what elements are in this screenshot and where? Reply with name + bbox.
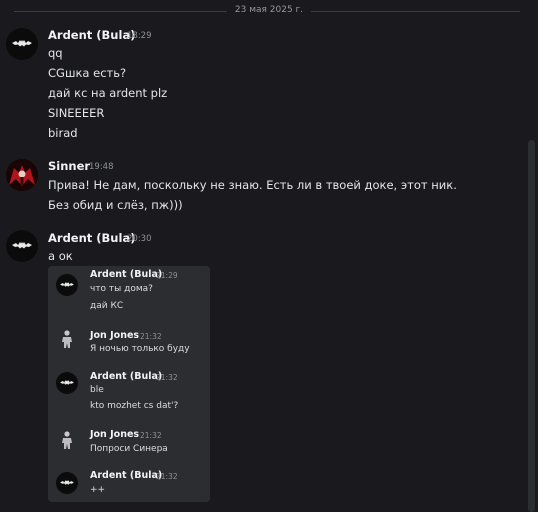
- avatar[interactable]: [56, 274, 78, 296]
- message-text: qq: [48, 46, 63, 60]
- username[interactable]: Jon Jones: [90, 330, 139, 341]
- message-text: Я ночью только буду: [90, 344, 190, 354]
- window-edge: [538, 0, 559, 512]
- avatar[interactable]: [56, 372, 78, 394]
- message-text: ble: [90, 385, 104, 395]
- bat-logo-icon: [12, 40, 32, 47]
- avatar[interactable]: [6, 28, 38, 60]
- avatar[interactable]: [6, 230, 38, 262]
- avatar[interactable]: [56, 429, 78, 451]
- forwarded-messages-embed[interactable]: Ardent (Bula) 21:29 что ты дома? дай КС …: [48, 266, 210, 502]
- avatar[interactable]: [56, 328, 78, 350]
- scrollbar-thumb[interactable]: [528, 140, 535, 512]
- bat-logo-icon: [60, 380, 74, 385]
- timestamp: 21:32: [156, 373, 178, 382]
- fighter-avatar: [62, 431, 72, 449]
- timestamp: 18:29: [127, 31, 152, 41]
- timestamp: 21:32: [140, 332, 162, 341]
- timestamp: 20:30: [127, 234, 152, 244]
- bat-logo-icon: [60, 282, 74, 287]
- message-text: дай КС: [90, 301, 124, 311]
- message-text: Прива! Не дам, поскольку не знаю. Есть л…: [48, 178, 457, 192]
- message-text: kto mozhet cs dat'?: [90, 401, 179, 411]
- message-text: Попроси Синера: [90, 444, 168, 454]
- timestamp: 19:48: [89, 162, 114, 172]
- message-text: Без обид и слёз, пж))): [48, 198, 183, 212]
- bat-logo-icon: [12, 242, 32, 249]
- username[interactable]: Ardent (Bula): [90, 371, 162, 382]
- red-winged-figure-avatar: [6, 159, 38, 191]
- chat-pane: 23 мая 2025 г. Ardent (Bula) 18:29 qq CG…: [0, 0, 538, 512]
- message-text: CGшка есть?: [48, 66, 127, 80]
- avatar[interactable]: [6, 159, 38, 191]
- username[interactable]: Ardent (Bula): [48, 231, 135, 245]
- scrollbar[interactable]: [524, 0, 538, 512]
- username[interactable]: Ardent (Bula): [90, 269, 162, 280]
- message-text: birad: [48, 126, 78, 140]
- avatar[interactable]: [56, 472, 78, 494]
- timestamp: 21:32: [156, 472, 178, 481]
- username[interactable]: Ardent (Bula): [48, 28, 135, 42]
- date-divider-label: 23 мая 2025 г.: [226, 5, 312, 15]
- username[interactable]: Sinner: [48, 159, 90, 173]
- message-text: что ты дома?: [90, 284, 153, 294]
- message-text: ++: [90, 485, 106, 495]
- message-text: а ок: [48, 249, 73, 263]
- timestamp: 21:32: [140, 431, 162, 440]
- fighter-avatar: [62, 330, 72, 348]
- timestamp: 21:29: [156, 271, 178, 280]
- message-text: дай кс на ardent plz: [48, 86, 168, 100]
- username[interactable]: Ardent (Bula): [90, 470, 162, 481]
- message-text: SINEEEER: [48, 106, 105, 120]
- bat-logo-icon: [60, 480, 74, 485]
- username[interactable]: Jon Jones: [90, 429, 139, 440]
